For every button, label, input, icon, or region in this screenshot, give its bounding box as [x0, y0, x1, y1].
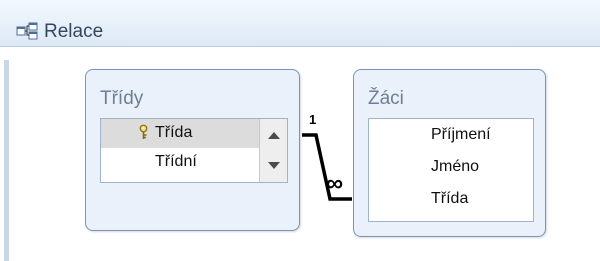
- many-side-symbol: ∞: [326, 170, 344, 197]
- one-side-label: 1: [309, 112, 317, 127]
- scroll-up-icon[interactable]: [260, 121, 288, 149]
- table-zaci[interactable]: Žáci Příjmení Jméno Třída: [353, 69, 546, 237]
- object-tab-bar: Relace: [0, 0, 600, 47]
- table-tridy-header[interactable]: Třídy: [100, 88, 143, 110]
- canvas-left-border: [4, 60, 9, 261]
- table-tridy[interactable]: Třídy Třída Třídní: [85, 69, 300, 231]
- table-zaci-field-list[interactable]: Příjmení Jméno Třída: [368, 118, 534, 222]
- primary-key-icon: [139, 124, 148, 139]
- table-tridy-scrollbar[interactable]: [259, 119, 287, 182]
- scroll-down-icon[interactable]: [260, 152, 288, 180]
- field-prijmeni[interactable]: Příjmení: [431, 125, 491, 145]
- table-tridy-field-list[interactable]: Třída Třídní: [100, 118, 288, 183]
- field-trida[interactable]: Třída: [155, 123, 192, 143]
- window-title[interactable]: Relace: [44, 21, 103, 43]
- field-tridni[interactable]: Třídní: [155, 152, 197, 172]
- relationships-icon: [16, 22, 38, 40]
- table-zaci-header[interactable]: Žáci: [368, 88, 404, 110]
- field-trida-fk[interactable]: Třída: [431, 189, 468, 209]
- field-jmeno[interactable]: Jméno: [431, 157, 479, 177]
